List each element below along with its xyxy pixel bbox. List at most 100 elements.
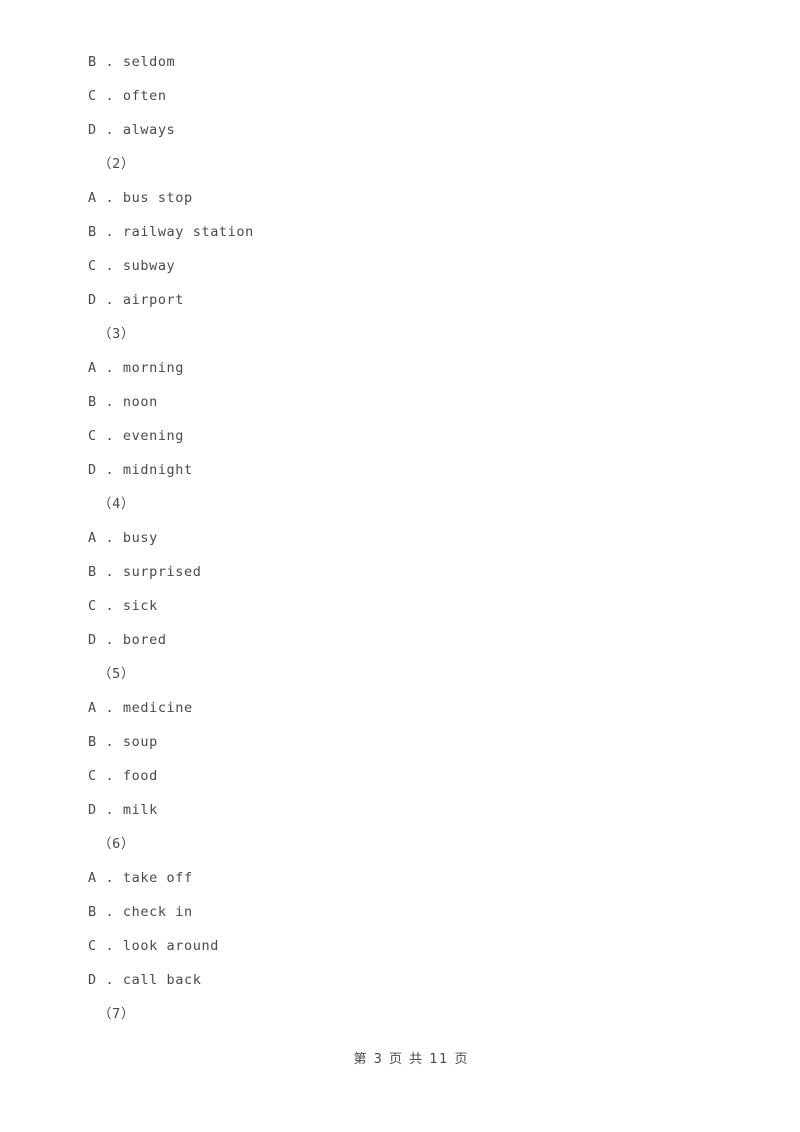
option-text: medicine [122, 700, 193, 716]
answer-option[interactable]: A . morning [88, 351, 748, 385]
option-letter: C [88, 768, 97, 784]
answer-option[interactable]: C . food [88, 759, 748, 793]
option-letter: A [88, 700, 97, 716]
option-letter: A [88, 530, 97, 546]
option-separator: . [96, 972, 123, 988]
option-separator: . [96, 88, 123, 104]
question-number: （3） [98, 326, 135, 342]
option-letter: C [88, 258, 97, 274]
option-separator: . [96, 598, 123, 614]
question-number: （2） [98, 156, 135, 172]
answer-option[interactable]: B . soup [88, 725, 748, 759]
option-text: morning [122, 360, 185, 376]
answer-option[interactable]: C . look around [88, 929, 748, 963]
option-letter: D [88, 462, 97, 478]
option-text: soup [122, 734, 158, 750]
option-separator: . [96, 462, 123, 478]
answer-option[interactable]: C . often [88, 79, 748, 113]
option-text: always [122, 122, 176, 138]
option-separator: . [96, 122, 123, 138]
option-letter: D [88, 632, 97, 648]
option-letter: A [88, 360, 97, 376]
option-separator: . [96, 700, 123, 716]
option-text: check in [122, 904, 193, 920]
option-text: food [122, 768, 158, 784]
page-footer: 第 3 页 共 11 页 [0, 1030, 800, 1090]
option-separator: . [96, 802, 123, 818]
answer-option[interactable]: D . always [88, 113, 748, 147]
answer-option[interactable]: A . busy [88, 521, 748, 555]
option-letter: B [88, 734, 97, 750]
option-text: bored [122, 632, 167, 648]
answer-option[interactable]: D . milk [88, 793, 748, 827]
answer-option[interactable]: A . bus stop [88, 181, 748, 215]
option-letter: C [88, 88, 97, 104]
question-number: （4） [98, 496, 135, 512]
option-text: look around [122, 938, 219, 954]
answer-option[interactable]: A . medicine [88, 691, 748, 725]
option-separator: . [96, 394, 123, 410]
answer-options-list: B . seldom C . often D . always （2） A . bus … [88, 45, 748, 1031]
option-text: seldom [122, 54, 176, 70]
option-separator: . [96, 904, 123, 920]
option-separator: . [96, 54, 123, 70]
answer-option[interactable]: B . surprised [88, 555, 748, 589]
answer-option[interactable]: B . noon [88, 385, 748, 419]
answer-option[interactable]: B . check in [88, 895, 748, 929]
option-text: airport [122, 292, 185, 308]
option-separator: . [96, 938, 123, 954]
question-number: （7） [98, 1006, 135, 1022]
option-letter: A [88, 870, 97, 886]
option-letter: D [88, 122, 97, 138]
question-number: （5） [98, 666, 135, 682]
option-letter: B [88, 224, 97, 240]
answer-option[interactable]: D . midnight [88, 453, 748, 487]
option-letter: B [88, 564, 97, 580]
option-text: take off [122, 870, 193, 886]
option-separator: . [96, 734, 123, 750]
option-text: busy [122, 530, 158, 546]
answer-option[interactable]: D . airport [88, 283, 748, 317]
option-text: sick [122, 598, 158, 614]
answer-option[interactable]: C . evening [88, 419, 748, 453]
option-letter: D [88, 972, 97, 988]
option-text: subway [122, 258, 176, 274]
option-text: noon [122, 394, 158, 410]
option-separator: . [96, 224, 123, 240]
option-separator: . [96, 870, 123, 886]
option-text: railway station [122, 224, 254, 240]
answer-option[interactable]: B . seldom [88, 45, 748, 79]
option-letter: B [88, 54, 97, 70]
option-separator: . [96, 428, 123, 444]
option-separator: . [96, 530, 123, 546]
option-separator: . [96, 190, 123, 206]
answer-option[interactable]: B . railway station [88, 215, 748, 249]
answer-option[interactable]: C . subway [88, 249, 748, 283]
option-text: evening [122, 428, 185, 444]
option-text: milk [122, 802, 158, 818]
page-number-text: 第 3 页 共 11 页 [353, 1052, 469, 1067]
option-letter: D [88, 292, 97, 308]
answer-option[interactable]: D . call back [88, 963, 748, 997]
answer-option[interactable]: D . bored [88, 623, 748, 657]
option-text: call back [122, 972, 202, 988]
option-separator: . [96, 258, 123, 274]
option-text: often [122, 88, 167, 104]
option-letter: B [88, 394, 97, 410]
option-separator: . [96, 292, 123, 308]
question-number: （6） [98, 836, 135, 852]
option-separator: . [96, 360, 123, 376]
option-text: midnight [122, 462, 193, 478]
option-letter: C [88, 938, 97, 954]
option-separator: . [96, 632, 123, 648]
answer-option[interactable]: C . sick [88, 589, 748, 623]
option-letter: C [88, 598, 97, 614]
option-letter: A [88, 190, 97, 206]
option-letter: B [88, 904, 97, 920]
option-separator: . [96, 564, 123, 580]
option-letter: C [88, 428, 97, 444]
answer-option[interactable]: A . take off [88, 861, 748, 895]
option-separator: . [96, 768, 123, 784]
document-page: B . seldom C . often D . always （2） A . bus … [0, 0, 800, 1132]
option-text: bus stop [122, 190, 193, 206]
